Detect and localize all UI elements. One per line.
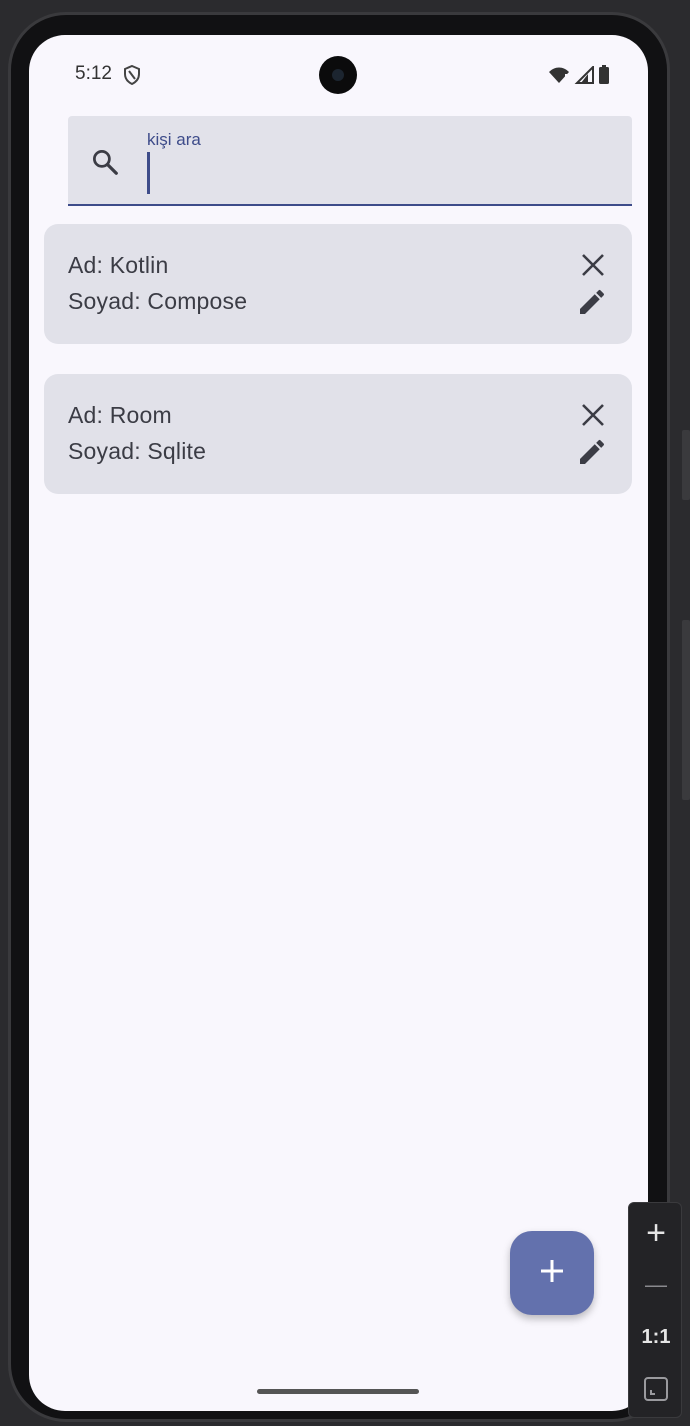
contact-first-name: Ad: Kotlin — [68, 252, 169, 278]
text-cursor — [147, 152, 150, 194]
contact-last-name: Soyad: Compose — [68, 288, 248, 314]
signal-icon — [574, 64, 594, 89]
wifi-icon — [548, 66, 570, 89]
plus-icon — [539, 1258, 565, 1289]
zoom-out-button[interactable]: — — [629, 1267, 683, 1303]
volume-button — [682, 430, 690, 500]
add-contact-button[interactable] — [510, 1231, 594, 1315]
screen: 5:12 kişi ara Ad: Kotlin Soyad: Compose … — [29, 35, 648, 1411]
delete-icon[interactable] — [580, 402, 606, 433]
battery-icon — [598, 65, 610, 90]
status-icons — [548, 64, 610, 90]
zoom-ratio-button[interactable]: 1:1 — [629, 1319, 683, 1355]
status-time: 5:12 — [75, 63, 112, 84]
shield-icon — [123, 64, 141, 90]
edit-icon[interactable] — [576, 286, 608, 323]
front-camera — [319, 56, 357, 94]
edit-icon[interactable] — [576, 436, 608, 473]
contact-first-name: Ad: Room — [68, 402, 172, 428]
search-icon — [90, 147, 120, 182]
device-frame: 5:12 kişi ara Ad: Kotlin Soyad: Compose … — [0, 0, 690, 1426]
contact-card[interactable]: Ad: Kotlin Soyad: Compose — [44, 224, 632, 344]
delete-icon[interactable] — [580, 252, 606, 283]
search-input[interactable] — [154, 152, 614, 194]
contact-card[interactable]: Ad: Room Soyad: Sqlite — [44, 374, 632, 494]
status-bar: 5:12 — [29, 35, 648, 115]
fit-screen-icon[interactable] — [629, 1371, 683, 1407]
home-indicator[interactable] — [257, 1389, 419, 1394]
emulator-zoom-panel: + — 1:1 — [628, 1202, 682, 1418]
zoom-in-button[interactable]: + — [629, 1214, 683, 1252]
search-field[interactable]: kişi ara — [68, 116, 632, 206]
search-label: kişi ara — [147, 130, 201, 149]
power-button — [682, 620, 690, 800]
contact-last-name: Soyad: Sqlite — [68, 438, 207, 464]
